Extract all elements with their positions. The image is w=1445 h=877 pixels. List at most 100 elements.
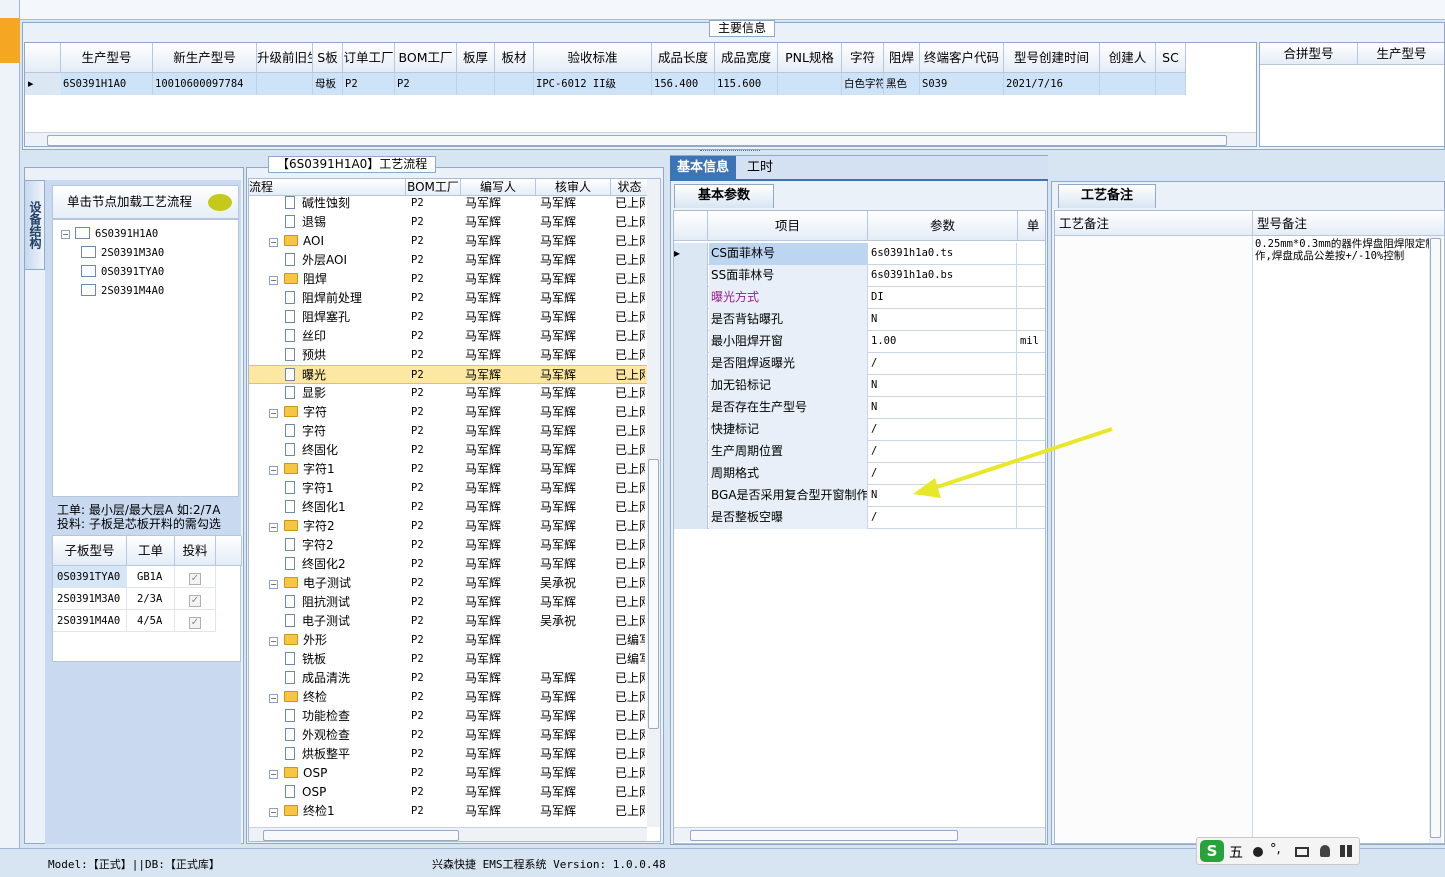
- collapse-icon[interactable]: −: [269, 276, 278, 285]
- param-hscroll[interactable]: [674, 827, 1045, 842]
- sub-model-cell[interactable]: 2S0391M3A0: [53, 588, 127, 610]
- col-header[interactable]: 生产型号: [61, 43, 153, 73]
- vertical-tab-equipment[interactable]: 设备结构: [24, 180, 45, 270]
- collapse-icon[interactable]: −: [269, 770, 278, 779]
- flow-row[interactable]: 功能检查 P2 马军辉 马军辉 已上网: [249, 707, 647, 726]
- sub-col-header[interactable]: 投料: [175, 536, 216, 566]
- col-header[interactable]: 终端客户代码: [920, 43, 1004, 73]
- flow-row[interactable]: − AOI P2 马军辉 马军辉 已上网: [249, 232, 647, 251]
- param-row[interactable]: ▸ CS面菲林号 6s0391h1a0.ts: [674, 243, 1045, 265]
- col-header[interactable]: 升级前旧生产型号: [257, 43, 313, 73]
- col-header[interactable]: 板材: [495, 43, 534, 73]
- main-hscroll[interactable]: [25, 132, 1256, 146]
- flow-row[interactable]: − 字符 P2 马军辉 马军辉 已上网: [249, 403, 647, 422]
- main-row-cell[interactable]: 2021/7/16: [1004, 73, 1100, 95]
- sub-order-cell[interactable]: GB1A: [127, 566, 175, 588]
- col-header[interactable]: PNL规格: [778, 43, 842, 73]
- flow-row[interactable]: 阻抗测试 P2 马军辉 马军辉 已上网: [249, 593, 647, 612]
- subtab-basic-params[interactable]: 基本参数: [674, 184, 774, 208]
- col-header[interactable]: 验收标准: [534, 43, 652, 73]
- flow-row[interactable]: 终固化 P2 马军辉 马军辉 已上网: [249, 441, 647, 460]
- tab-basic-info[interactable]: 基本信息: [670, 156, 737, 180]
- flow-row[interactable]: 外层AOI P2 马军辉 马军辉 已上网: [249, 251, 647, 270]
- flow-row[interactable]: 字符 P2 马军辉 马军辉 已上网: [249, 422, 647, 441]
- param-value[interactable]: /: [869, 353, 1017, 375]
- remark-vscroll[interactable]: [1429, 236, 1442, 843]
- flow-row[interactable]: 退锡 P2 马军辉 马军辉 已上网: [249, 213, 647, 232]
- main-row-cell[interactable]: 115.600: [715, 73, 778, 95]
- col-header[interactable]: 阻焊: [884, 43, 920, 73]
- flow-row[interactable]: 阻焊前处理 P2 马军辉 马军辉 已上网: [249, 289, 647, 308]
- flow-row[interactable]: 显影 P2 马军辉 马军辉 已上网: [249, 384, 647, 403]
- main-row-cell[interactable]: [495, 73, 534, 95]
- param-row[interactable]: 曝光方式 DI: [674, 287, 1045, 309]
- main-row-cell[interactable]: [257, 73, 313, 95]
- main-row-cell[interactable]: S039: [920, 73, 1004, 95]
- flow-vscroll-thumb[interactable]: [648, 459, 659, 729]
- param-col-unit[interactable]: 单: [1018, 211, 1045, 241]
- feed-checkbox[interactable]: ✓: [189, 617, 201, 629]
- param-row[interactable]: 是否阻焊返曝光 /: [674, 353, 1045, 375]
- param-value[interactable]: 1.00: [869, 331, 1017, 353]
- flow-row[interactable]: − 字符2 P2 马军辉 马军辉 已上网: [249, 517, 647, 536]
- flow-row[interactable]: 字符1 P2 马军辉 马军辉 已上网: [249, 479, 647, 498]
- param-row[interactable]: 最小阻焊开窗 1.00 mil: [674, 331, 1045, 353]
- param-value[interactable]: DI: [869, 287, 1017, 309]
- collapse-icon[interactable]: −: [61, 230, 70, 239]
- collapse-icon[interactable]: −: [269, 238, 278, 247]
- process-remark-cell[interactable]: [1055, 236, 1253, 843]
- param-col-item[interactable]: 项目: [708, 211, 868, 241]
- main-row-cell[interactable]: 白色字符: [842, 73, 884, 95]
- collapse-icon[interactable]: −: [269, 637, 278, 646]
- model-remark-cell[interactable]: 0.25mm*0.3mm的器件焊盘阻焊限定制作,焊盘成品公差按+/-10%控制: [1255, 238, 1440, 262]
- param-row[interactable]: 是否存在生产型号 N: [674, 397, 1045, 419]
- main-row-cell[interactable]: [457, 73, 495, 95]
- tree-child-node[interactable]: 0S0391TYA0: [81, 262, 231, 280]
- param-value[interactable]: N: [869, 309, 1017, 331]
- col-header[interactable]: 型号创建时间: [1004, 43, 1100, 73]
- col-header[interactable]: 字符: [842, 43, 884, 73]
- col-prod-model[interactable]: 生产型号: [1358, 43, 1444, 65]
- main-row-cell[interactable]: 母板: [313, 73, 343, 95]
- main-row-cell[interactable]: [778, 73, 842, 95]
- flow-row[interactable]: − 字符1 P2 马军辉 马军辉 已上网: [249, 460, 647, 479]
- sub-model-cell[interactable]: 2S0391M4A0: [53, 610, 127, 632]
- sub-col-header[interactable]: 工单: [127, 536, 175, 566]
- tree-child-node[interactable]: 2S0391M3A0: [81, 243, 231, 261]
- sub-model-cell[interactable]: 0S0391TYA0: [53, 566, 127, 588]
- sub-order-cell[interactable]: 4/5A: [127, 610, 175, 632]
- sub-feed-cell[interactable]: ✓: [175, 566, 216, 588]
- col-header[interactable]: 创建人: [1100, 43, 1156, 73]
- feed-checkbox[interactable]: ✓: [189, 595, 201, 607]
- collapse-icon[interactable]: −: [269, 409, 278, 418]
- flow-row[interactable]: 烘板整平 P2 马军辉 马军辉 已上网: [249, 745, 647, 764]
- param-col-value[interactable]: 参数: [868, 211, 1018, 241]
- flow-row[interactable]: 曝光 P2 马军辉 马军辉 已上网: [249, 365, 647, 384]
- flow-row[interactable]: − 阻焊 P2 马军辉 马军辉 已上网: [249, 270, 647, 289]
- col-header[interactable]: SC: [1156, 43, 1186, 73]
- sub-feed-cell[interactable]: ✓: [175, 588, 216, 610]
- main-row-cell[interactable]: 10010600097784: [153, 73, 257, 95]
- flow-row[interactable]: 成品清洗 P2 马军辉 马军辉 已上网: [249, 669, 647, 688]
- flow-row[interactable]: 外观检查 P2 马军辉 马军辉 已上网: [249, 726, 647, 745]
- ime-toolbar[interactable]: S 五 °,: [1196, 837, 1360, 865]
- param-hscroll-thumb[interactable]: [690, 830, 958, 841]
- sub-feed-cell[interactable]: ✓: [175, 610, 216, 632]
- collapse-icon[interactable]: −: [269, 466, 278, 475]
- flow-hscroll-thumb[interactable]: [263, 830, 459, 841]
- flow-row[interactable]: 电子测试 P2 马军辉 吴承祝 已上网: [249, 612, 647, 631]
- main-row-cell[interactable]: [1156, 73, 1186, 95]
- flow-row[interactable]: 终固化2 P2 马军辉 马军辉 已上网: [249, 555, 647, 574]
- flow-row[interactable]: 丝印 P2 马军辉 马军辉 已上网: [249, 327, 647, 346]
- main-row-cell[interactable]: 黑色: [884, 73, 920, 95]
- flow-row[interactable]: OSP P2 马军辉 马军辉 已上网: [249, 783, 647, 802]
- flow-row[interactable]: 碱性蚀刻 P2 马军辉 马军辉 已上网: [249, 194, 647, 213]
- tree-child-node[interactable]: 2S0391M4A0: [81, 281, 231, 299]
- col-header[interactable]: S板: [313, 43, 343, 73]
- param-row[interactable]: 加无铅标记 N: [674, 375, 1045, 397]
- collapse-icon[interactable]: −: [269, 694, 278, 703]
- main-row-cell[interactable]: P2: [395, 73, 457, 95]
- col-header[interactable]: 板厚: [457, 43, 495, 73]
- flow-row[interactable]: 阻焊塞孔 P2 马军辉 马军辉 已上网: [249, 308, 647, 327]
- param-value[interactable]: 6s0391h1a0.ts: [869, 243, 1017, 265]
